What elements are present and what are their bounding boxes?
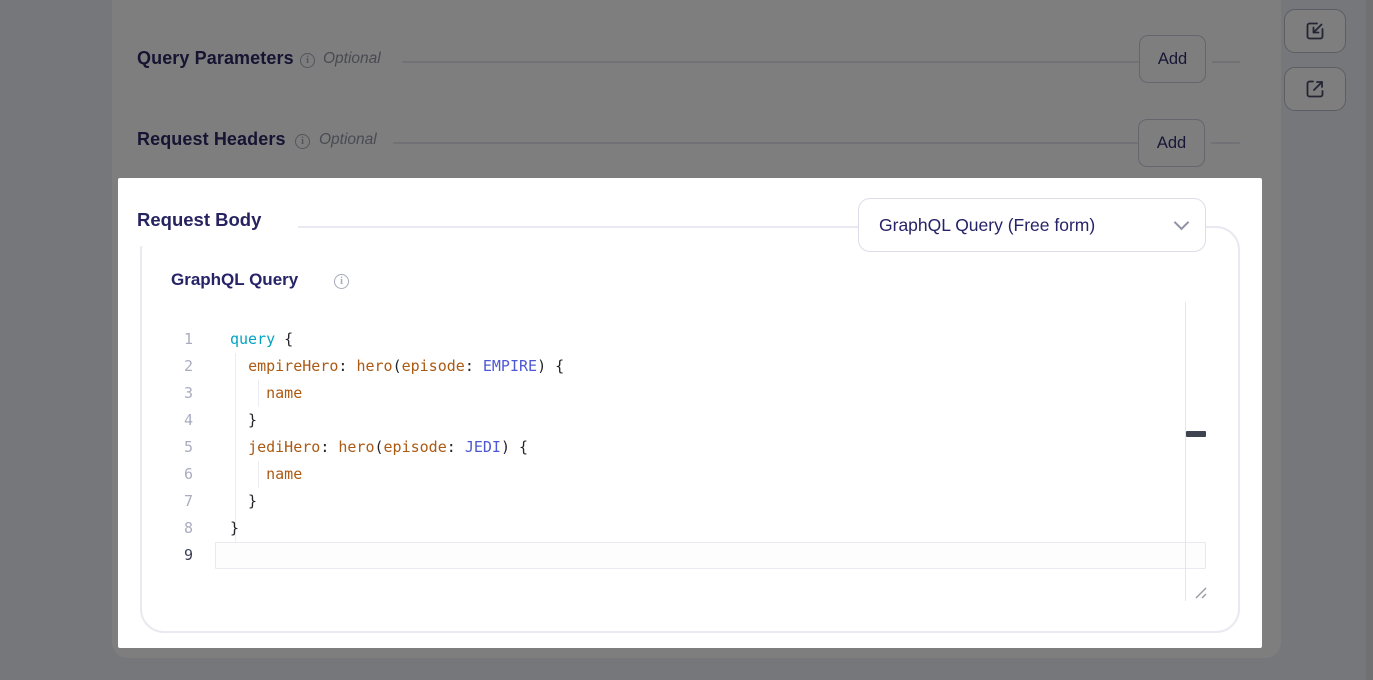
body-type-select[interactable]: GraphQL Query (Free form) [858,198,1206,252]
import-into-box-button[interactable] [1284,9,1346,53]
active-line-highlight [215,542,1206,569]
info-icon[interactable]: i [295,134,310,149]
code-line[interactable]: } [230,515,239,542]
divider-end-segment [1212,61,1240,63]
divider [393,142,1138,144]
add-query-parameter-button[interactable]: Add [1139,35,1206,83]
info-icon[interactable]: i [300,53,315,68]
line-number: 7 [171,488,193,515]
divider-end-segment [1211,142,1240,144]
code-line[interactable]: jediHero: hero(episode: JEDI) { [230,434,528,461]
code-line[interactable]: } [230,407,257,434]
query-parameters-optional-badge: Optional [323,50,381,68]
code-line[interactable]: name [230,461,302,488]
request-headers-label: Request Headers [137,129,286,150]
external-link-icon [1304,78,1326,100]
chevron-down-icon [1174,214,1190,230]
code-line[interactable]: } [230,488,257,515]
line-number: 3 [171,380,193,407]
divider [402,61,1139,63]
open-external-button[interactable] [1284,67,1346,111]
line-number: 5 [171,434,193,461]
info-icon[interactable]: i [334,274,349,289]
request-headers-optional-badge: Optional [319,131,377,149]
graphql-query-label: GraphQL Query [171,270,298,290]
page-scrollbar[interactable] [1366,0,1373,680]
line-number: 8 [171,515,193,542]
code-line[interactable]: query { [230,326,293,353]
line-number: 1 [171,326,193,353]
line-number: 9 [171,542,193,569]
editor-scrollbar-thumb[interactable] [1186,431,1206,437]
editor-scroll-track [1185,302,1186,601]
code-line[interactable]: name [230,380,302,407]
code-line[interactable]: empireHero: hero(episode: EMPIRE) { [230,353,564,380]
import-into-box-icon [1304,20,1326,42]
line-number: 6 [171,461,193,488]
request-body-outline-container [140,226,1240,633]
query-parameters-label: Query Parameters [137,48,294,69]
line-number: 2 [171,353,193,380]
resize-grip-icon[interactable] [1192,584,1208,600]
body-type-selected-value: GraphQL Query (Free form) [879,215,1176,236]
request-body-label: Request Body [137,209,261,231]
line-number: 4 [171,407,193,434]
add-request-header-button[interactable]: Add [1138,119,1205,167]
